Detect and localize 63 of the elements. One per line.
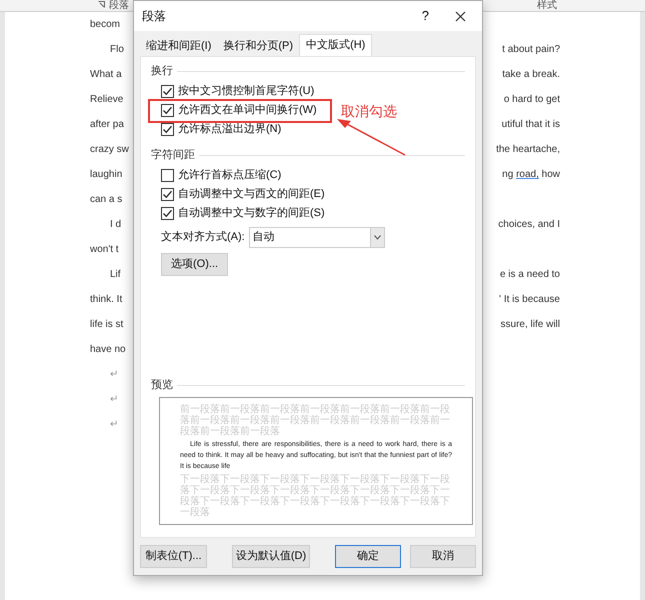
- document-text: o hard to get: [504, 93, 560, 107]
- checked-checkbox[interactable]: [161, 85, 174, 98]
- paragraph-mark: ↵: [110, 418, 118, 432]
- document-text: becom: [90, 18, 120, 32]
- checked-checkbox[interactable]: [161, 188, 174, 201]
- document-text: the heartache,: [496, 143, 560, 157]
- dialog-title: 段落: [142, 8, 166, 25]
- checkbox-label[interactable]: 自动调整中文与西文的间距(E): [178, 186, 325, 203]
- dialog-launcher-icon[interactable]: [98, 1, 105, 8]
- document-text: ng: [502, 168, 514, 182]
- annotation-arrow: [335, 117, 407, 157]
- document-text: life is st: [90, 318, 124, 332]
- document-text: take a break.: [502, 68, 560, 82]
- section-heading: 字符间距: [151, 148, 195, 163]
- tab[interactable]: 换行和分页(P): [217, 36, 300, 56]
- checkbox-label[interactable]: 允许西文在单词中间换行(W): [178, 102, 317, 119]
- alignment-dropdown[interactable]: 自动: [248, 227, 385, 248]
- section-heading: 换行: [151, 64, 173, 79]
- paragraph-mark: ↵: [110, 393, 118, 407]
- tab[interactable]: 中文版式(H): [299, 34, 372, 56]
- options-button[interactable]: 选项(O)...: [161, 253, 228, 276]
- underlined-word: road,: [516, 168, 539, 182]
- document-text: have no: [90, 343, 126, 357]
- chevron-down-icon: [374, 235, 381, 240]
- tab[interactable]: 缩进和间距(I): [140, 36, 218, 56]
- alignment-label: 文本对齐方式(A):: [161, 230, 245, 246]
- dialog-button[interactable]: 设为默认值(D): [232, 545, 310, 568]
- group-label: 段落: [109, 0, 129, 11]
- dialog-button[interactable]: 取消: [410, 545, 476, 568]
- document-text: e is a need to: [500, 268, 560, 282]
- document-text: I d: [110, 218, 122, 232]
- document-text: think. It: [90, 293, 122, 307]
- close-icon[interactable]: [455, 10, 466, 22]
- styles-label: 样式: [537, 0, 557, 11]
- document-text: utiful that it is: [502, 118, 560, 132]
- checkbox-label[interactable]: 允许行首标点压缩(C): [178, 167, 282, 184]
- document-text: how: [540, 168, 560, 182]
- checkbox-label[interactable]: 按中文习惯控制首尾字符(U): [178, 83, 314, 100]
- document-text: ssure, life will: [500, 318, 560, 332]
- document-text: after pa: [90, 118, 124, 132]
- dialog-button[interactable]: 确定: [335, 545, 401, 568]
- checkbox-label[interactable]: 自动调整中文与数字的间距(S): [178, 205, 325, 222]
- document-text: Lif: [110, 268, 121, 282]
- document-text: can a s: [90, 193, 122, 207]
- document-text: Flo: [110, 43, 124, 57]
- help-button[interactable]: ?: [422, 6, 429, 26]
- checked-checkbox[interactable]: [161, 207, 174, 220]
- document-text: t about pain?: [502, 43, 560, 57]
- checkbox[interactable]: [161, 169, 174, 182]
- checkbox-label[interactable]: 允许标点溢出边界(N): [178, 121, 282, 138]
- document-text: crazy sw: [90, 143, 129, 157]
- document-text: won't t: [90, 243, 119, 257]
- checked-checkbox[interactable]: [161, 123, 174, 136]
- paragraph-mark: ↵: [110, 368, 118, 382]
- checked-checkbox[interactable]: [161, 104, 174, 117]
- document-text: choices, and I: [498, 218, 560, 232]
- document-text: ' It is because: [499, 293, 560, 307]
- document-text: laughin: [90, 168, 122, 182]
- document-text: What a: [90, 68, 122, 82]
- document-text: Relieve: [90, 93, 124, 107]
- annotation-text: 取消勾选: [341, 102, 397, 121]
- section-heading: 预览: [151, 378, 173, 393]
- dialog-button[interactable]: 制表位(T)...: [140, 545, 207, 568]
